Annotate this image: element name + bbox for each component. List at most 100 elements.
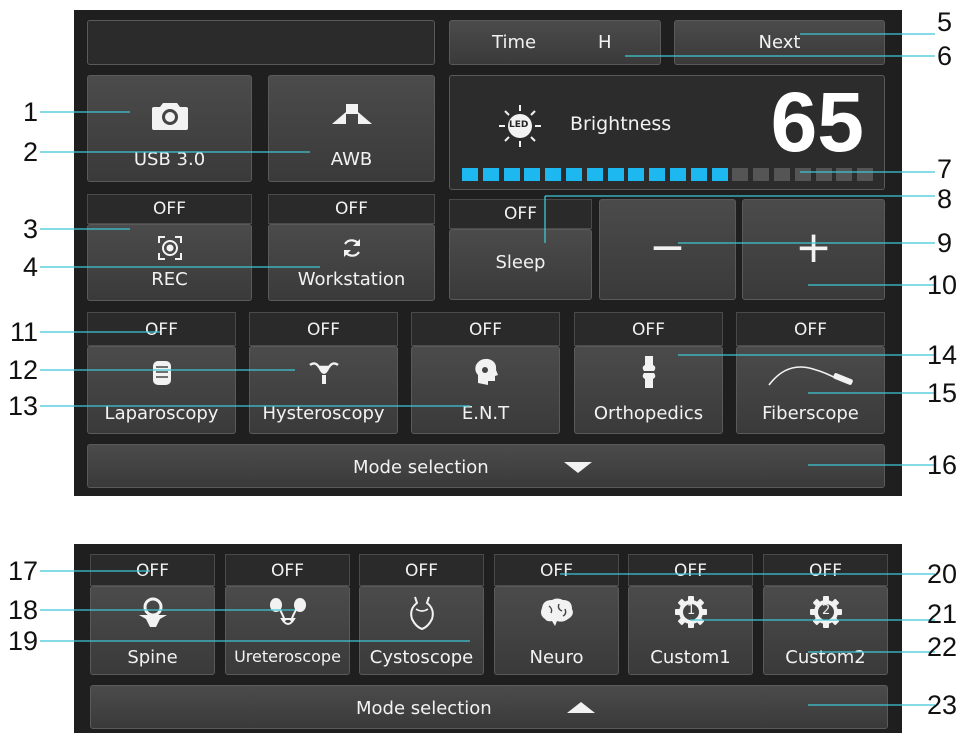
callout-12: 12	[7, 355, 38, 385]
brightness-increase-button[interactable]: +	[742, 199, 885, 300]
chevron-up-icon	[567, 702, 595, 713]
mode-selection-collapse-button[interactable]: Mode selection	[87, 444, 885, 488]
brightness-segment	[566, 168, 582, 181]
workstation-status: OFF	[268, 194, 435, 224]
mode-button-orthopedics[interactable]: Orthopedics	[574, 346, 723, 434]
rec-label: REC	[151, 269, 188, 290]
mode-status: OFF	[574, 312, 723, 346]
callout-14: 14	[927, 340, 958, 370]
rec-status: OFF	[87, 194, 252, 224]
knee-joint-icon	[642, 356, 655, 388]
mode-label: Custom2	[785, 647, 866, 668]
mode-status: OFF	[736, 312, 885, 346]
fiberscope-icon	[768, 366, 853, 386]
mode-status: OFF	[87, 312, 236, 346]
sleep-button[interactable]: Sleep	[449, 229, 592, 300]
mode-selection-label: Mode selection	[353, 457, 489, 478]
brightness-decrease-button[interactable]: −	[599, 199, 736, 300]
next-button[interactable]: Next	[674, 20, 885, 65]
mode-label: Laparoscopy	[104, 403, 219, 424]
brightness-segment	[524, 168, 541, 181]
brain-icon	[540, 598, 573, 626]
time-value: H	[598, 32, 612, 53]
workstation-label: Workstation	[297, 269, 406, 290]
mode-button-hysteroscopy[interactable]: Hysteroscopy	[249, 346, 398, 434]
mode-label: Orthopedics	[593, 403, 704, 424]
sleep-status: OFF	[449, 199, 592, 229]
record-icon	[157, 236, 182, 260]
camera-icon	[151, 103, 188, 130]
callout-13: 13	[7, 391, 38, 421]
mode-button-neuro[interactable]: Neuro	[494, 586, 619, 675]
mode-button-cystoscope[interactable]: Cystoscope	[359, 586, 484, 675]
mode-button-spine[interactable]: Spine	[90, 586, 215, 675]
minus-symbol: −	[649, 222, 686, 273]
callout-18: 18	[7, 595, 38, 625]
workstation-button[interactable]: Workstation	[268, 224, 435, 301]
callout-19: 19	[7, 626, 38, 656]
sleep-label: Sleep	[495, 252, 546, 273]
mode-status: OFF	[763, 554, 888, 586]
rec-button[interactable]: REC	[87, 224, 252, 301]
brightness-level-bar	[462, 168, 882, 182]
brightness-segment	[690, 168, 707, 181]
mode-button-ent[interactable]: E.N.T	[411, 346, 560, 434]
brightness-label: Brightness	[570, 113, 672, 135]
uterus-icon	[308, 362, 339, 384]
mode-selection-label: Mode selection	[356, 698, 492, 719]
callout-11: 11	[9, 317, 38, 347]
callout-4: 4	[22, 252, 38, 282]
mode-button-custom1[interactable]: 1 Custom1	[628, 586, 753, 675]
callout-5: 5	[937, 7, 953, 37]
brightness-segment	[711, 168, 728, 181]
brightness-segment	[836, 168, 853, 181]
info-display-box	[87, 20, 435, 65]
brightness-segment	[462, 168, 478, 181]
callout-23: 23	[927, 690, 958, 720]
callout-22: 22	[927, 632, 958, 662]
callout-21: 21	[927, 599, 958, 629]
intestine-icon	[152, 361, 171, 385]
mode-status: OFF	[494, 554, 619, 586]
callout-20: 20	[927, 559, 958, 589]
usb-label: USB 3.0	[133, 149, 206, 170]
mode-button-fiberscope[interactable]: Fiberscope	[736, 346, 885, 434]
mode-status: OFF	[359, 554, 484, 586]
time-button[interactable]: Time H	[449, 20, 661, 65]
callout-3: 3	[22, 214, 38, 244]
brightness-segment	[732, 168, 749, 181]
callout-17: 17	[7, 556, 38, 586]
kidney-icon	[269, 598, 306, 625]
bladder-icon	[409, 596, 434, 631]
refresh-icon	[343, 239, 360, 257]
mode-button-laparoscopy[interactable]: Laparoscopy	[87, 346, 236, 434]
mode-label: Custom1	[650, 647, 731, 668]
mode-status: OFF	[90, 554, 215, 586]
mode-label: Neuro	[529, 647, 584, 668]
callout-1: 1	[22, 97, 38, 127]
usb-capture-button[interactable]: USB 3.0	[87, 75, 252, 182]
callout-2: 2	[22, 137, 38, 167]
next-label: Next	[758, 32, 801, 53]
mode-status: OFF	[249, 312, 398, 346]
mode-button-ureteroscope[interactable]: Ureteroscope	[225, 586, 350, 675]
brightness-segment	[753, 168, 770, 181]
awb-button[interactable]: AWB	[268, 75, 435, 182]
callout-15: 15	[927, 378, 958, 408]
white-balance-icon	[331, 104, 372, 124]
time-label: Time	[492, 32, 537, 53]
brightness-segment	[649, 168, 666, 181]
mode-label: Cystoscope	[369, 647, 474, 668]
mode-label: Ureteroscope	[234, 647, 341, 666]
callout-7: 7	[937, 154, 953, 184]
awb-label: AWB	[330, 149, 373, 170]
mode-status: OFF	[411, 312, 560, 346]
mode-button-custom2[interactable]: 2 Custom2	[763, 586, 888, 675]
brightness-display: LED Brightness 65	[449, 75, 885, 190]
mode-selection-expand-button[interactable]: Mode selection	[90, 685, 888, 729]
mode-label: Hysteroscopy	[262, 403, 385, 424]
brightness-segment	[815, 168, 832, 181]
mode-label: Fiberscope	[762, 403, 859, 424]
brightness-segment	[586, 168, 603, 181]
plus-symbol: +	[795, 222, 832, 273]
